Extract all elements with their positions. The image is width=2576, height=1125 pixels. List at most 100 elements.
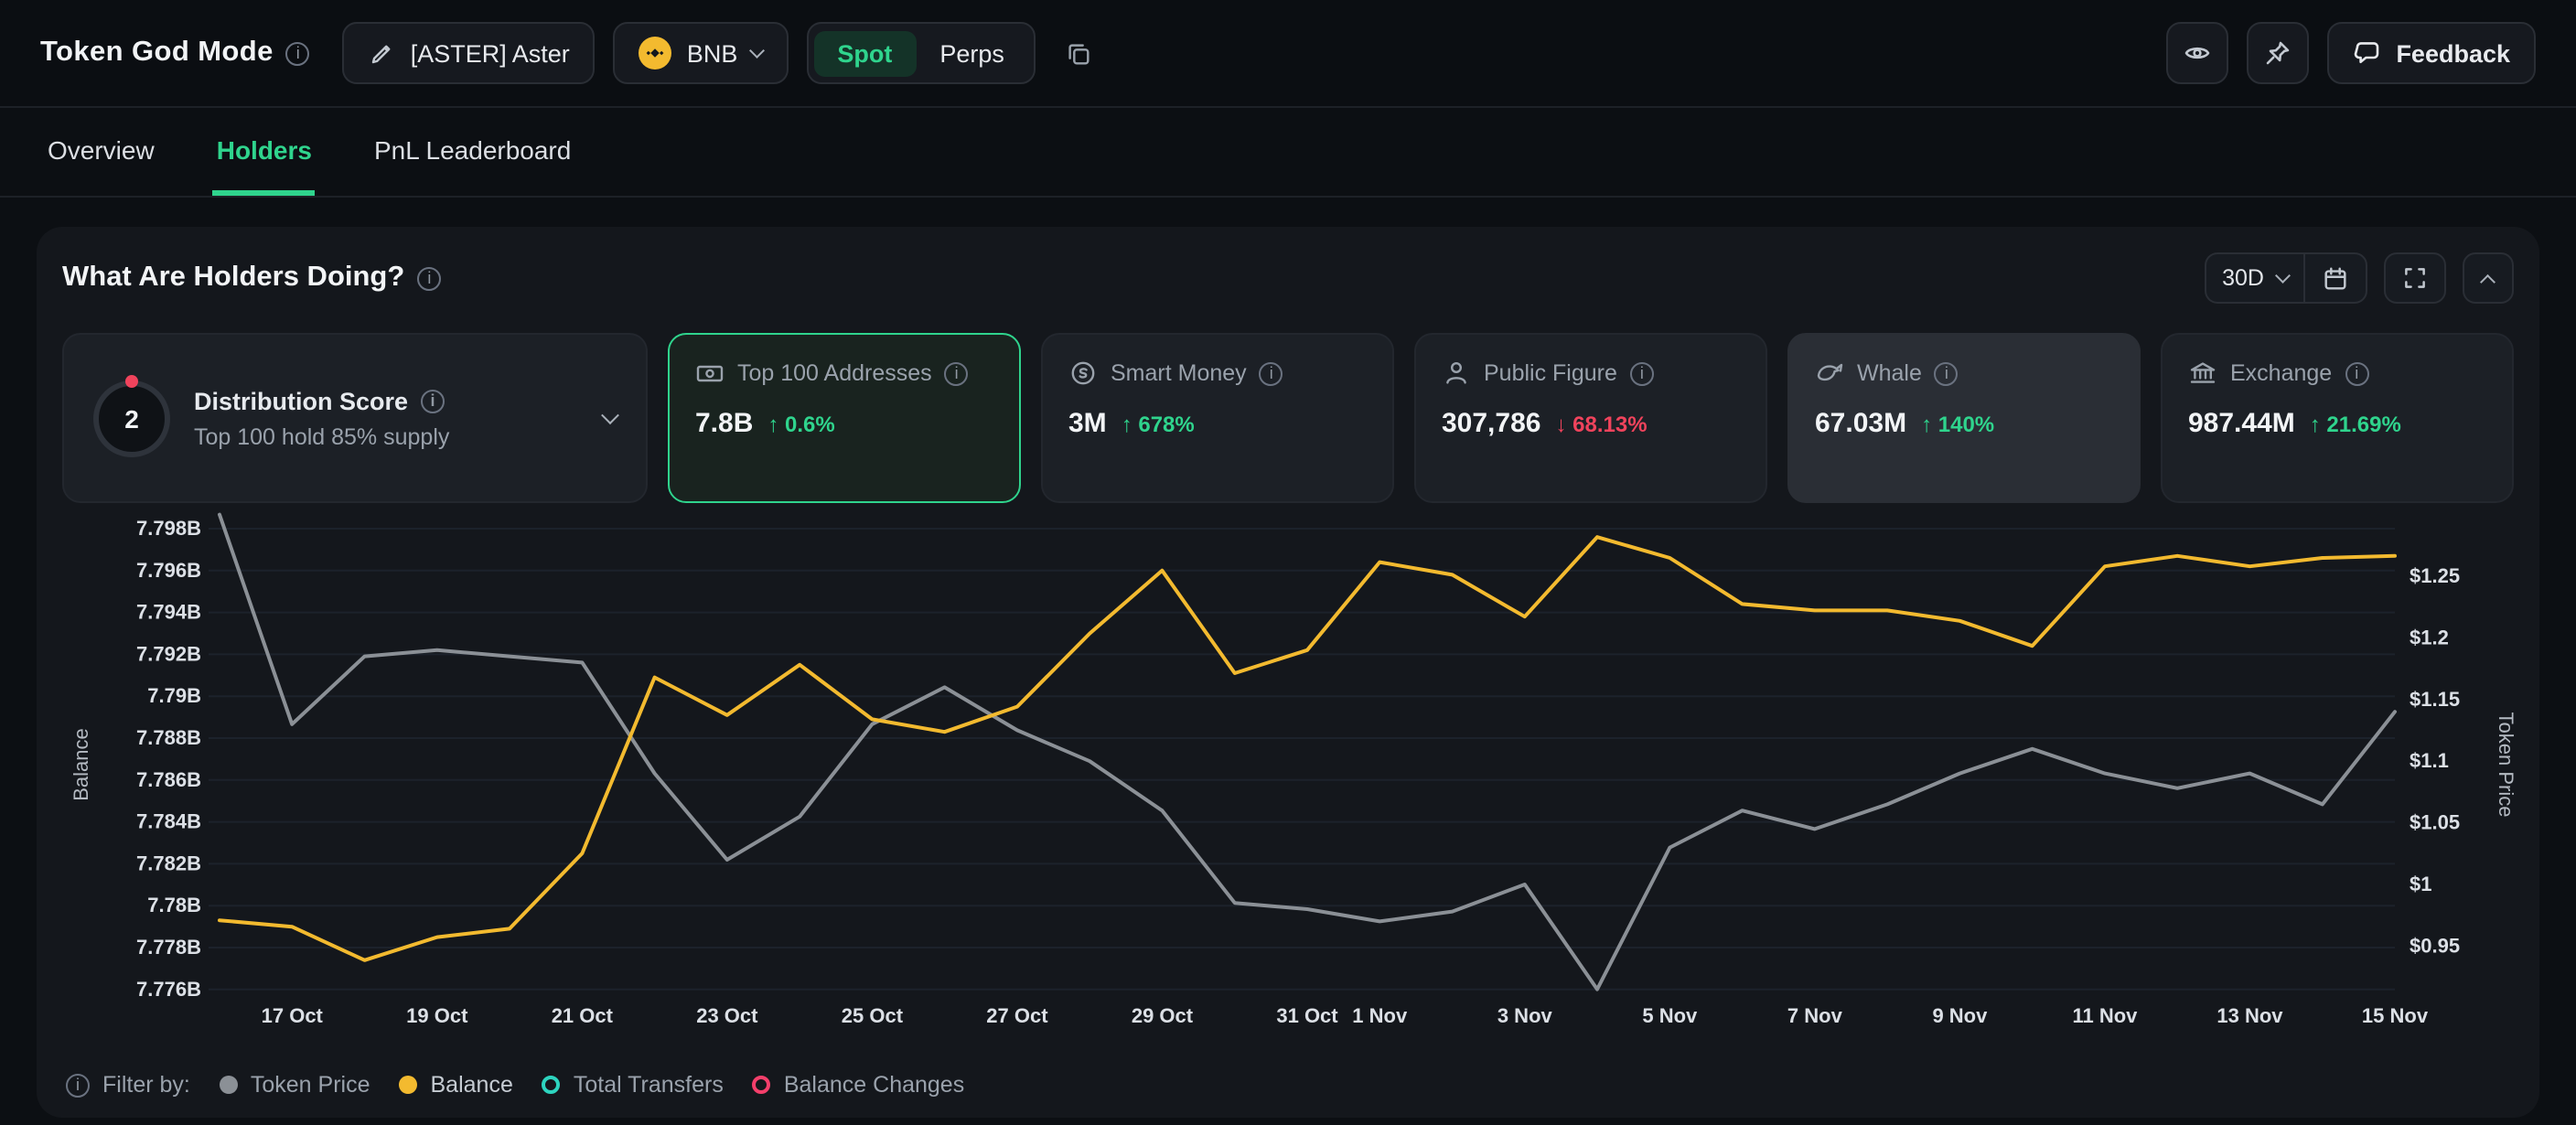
card-value: 67.03M: [1815, 408, 1906, 439]
card-change: ↑ 678%: [1122, 412, 1195, 437]
watch-button[interactable]: [2165, 22, 2227, 84]
card-top-100-addresses[interactable]: Top 100 Addresses 7.8B ↑ 0.6%: [668, 333, 1021, 503]
svg-text:19 Oct: 19 Oct: [406, 1004, 468, 1027]
svg-text:7.782B: 7.782B: [136, 852, 201, 874]
svg-text:$1.25: $1.25: [2410, 564, 2460, 587]
card-title: Smart Money: [1111, 360, 1247, 386]
fullscreen-button[interactable]: [2384, 252, 2446, 304]
card-value: 7.8B: [695, 408, 753, 439]
svg-text:$1.2: $1.2: [2410, 626, 2449, 648]
svg-text:7.796B: 7.796B: [136, 559, 201, 582]
person-icon: [1442, 359, 1471, 388]
info-icon[interactable]: [421, 389, 445, 412]
spot-tab[interactable]: Spot: [813, 30, 916, 76]
banknote-icon: [695, 359, 724, 388]
card-public-figure[interactable]: Public Figure 307,786 ↓ 68.13%: [1414, 333, 1767, 503]
info-icon[interactable]: [1260, 361, 1283, 385]
panel-header: What Are Holders Doing? 30D: [62, 252, 2514, 304]
svg-text:7.778B: 7.778B: [136, 936, 201, 959]
card-value: 987.44M: [2188, 408, 2295, 439]
svg-text:31 Oct: 31 Oct: [1276, 1004, 1338, 1027]
card-smart-money[interactable]: Smart Money 3M ↑ 678%: [1041, 333, 1394, 503]
filter-option-label: Total Transfers: [574, 1072, 724, 1098]
legend-dot: [400, 1076, 418, 1094]
card-title: Whale: [1857, 360, 1922, 386]
svg-text:7.784B: 7.784B: [136, 810, 201, 833]
filter-label-wrap: Filter by:: [66, 1072, 190, 1098]
chevron-down-icon: [2275, 268, 2290, 283]
svg-text:$1.05: $1.05: [2410, 811, 2460, 834]
info-icon[interactable]: [1630, 361, 1654, 385]
card-title: Exchange: [2230, 360, 2332, 386]
chevron-up-icon: [2481, 276, 2496, 291]
svg-text:Balance: Balance: [70, 728, 92, 801]
market-type-toggle: Spot Perps: [806, 22, 1036, 84]
svg-text:7.798B: 7.798B: [136, 517, 201, 540]
filter-option-total-transfers[interactable]: Total Transfers: [542, 1072, 724, 1098]
copy-icon: [1066, 39, 1093, 67]
holder-category-cards: 2 Distribution Score Top 100 hold 85% su…: [62, 333, 2514, 503]
calendar-icon: [2322, 264, 2349, 292]
feedback-button[interactable]: Feedback: [2326, 22, 2536, 84]
card-change: ↑ 21.69%: [2310, 412, 2401, 437]
copy-address-button[interactable]: [1054, 22, 1105, 84]
svg-text:7 Nov: 7 Nov: [1787, 1004, 1843, 1027]
filter-row: Filter by: Token Price Balance Total Trans…: [62, 1065, 2514, 1105]
distribution-score-card[interactable]: 2 Distribution Score Top 100 hold 85% su…: [62, 333, 648, 503]
svg-text:25 Oct: 25 Oct: [842, 1004, 904, 1027]
filter-info-icon[interactable]: [66, 1073, 90, 1097]
svg-text:7.79B: 7.79B: [147, 684, 201, 707]
chevron-down-icon[interactable]: [601, 406, 619, 424]
collapse-button[interactable]: [2463, 252, 2514, 304]
card-change: ↓ 68.13%: [1555, 412, 1647, 437]
svg-text:$1: $1: [2410, 873, 2431, 895]
token-selector-button[interactable]: [ASTER] Aster: [343, 22, 596, 84]
pin-icon: [2262, 38, 2292, 68]
panel-title-info-icon[interactable]: [417, 266, 441, 290]
panel-controls: 30D: [2204, 252, 2514, 304]
app-title-info-icon[interactable]: [286, 41, 310, 65]
svg-text:27 Oct: 27 Oct: [986, 1004, 1048, 1027]
panel-title: What Are Holders Doing?: [62, 262, 404, 295]
calendar-button[interactable]: [2303, 252, 2367, 304]
chevron-down-icon: [750, 43, 765, 58]
holders-chart-svg[interactable]: 7.798B7.796B7.794B7.792B7.79B7.788B7.786…: [62, 509, 2514, 1048]
holders-chart[interactable]: 7.798B7.796B7.794B7.792B7.79B7.788B7.786…: [62, 509, 2514, 1048]
distribution-score-value: 2: [124, 403, 139, 433]
timeframe-dropdown[interactable]: 30D: [2204, 252, 2303, 304]
tab-overview[interactable]: Overview: [44, 108, 158, 196]
filter-label: Filter by:: [102, 1072, 190, 1098]
chain-selector-button[interactable]: BNB: [614, 22, 789, 84]
info-icon[interactable]: [2345, 361, 2368, 385]
svg-text:Token Price: Token Price: [2495, 712, 2514, 818]
svg-text:$0.95: $0.95: [2410, 934, 2460, 957]
filter-options: Token Price Balance Total Transfers Balance…: [220, 1072, 964, 1098]
svg-text:$1.15: $1.15: [2410, 688, 2460, 711]
card-value: 3M: [1068, 408, 1107, 439]
filter-option-token-price[interactable]: Token Price: [220, 1072, 370, 1098]
tab-holders[interactable]: Holders: [213, 108, 316, 196]
svg-text:$1.1: $1.1: [2410, 749, 2449, 772]
pin-button[interactable]: [2246, 22, 2308, 84]
info-icon[interactable]: [1935, 361, 1959, 385]
card-value: 307,786: [1442, 408, 1540, 439]
svg-text:7.792B: 7.792B: [136, 642, 201, 665]
distribution-score-texts: Distribution Score Top 100 hold 85% supp…: [194, 387, 449, 449]
info-icon[interactable]: [945, 361, 969, 385]
svg-text:13 Nov: 13 Nov: [2216, 1004, 2283, 1027]
card-whale[interactable]: Whale 67.03M ↑ 140%: [1787, 333, 2141, 503]
chain-selector-label: BNB: [687, 39, 738, 67]
filter-option-balance[interactable]: Balance: [400, 1072, 513, 1098]
top-bar-controls: [ASTER] Aster BNB Spot Perps: [343, 22, 1105, 84]
svg-text:9 Nov: 9 Nov: [1932, 1004, 1988, 1027]
distribution-score-gauge: 2: [93, 380, 170, 456]
svg-text:21 Oct: 21 Oct: [552, 1004, 614, 1027]
svg-text:7.794B: 7.794B: [136, 601, 201, 624]
tab-pnl-leaderboard[interactable]: PnL Leaderboard: [370, 108, 574, 196]
filter-option-balance-changes[interactable]: Balance Changes: [753, 1072, 964, 1098]
svg-text:3 Nov: 3 Nov: [1497, 1004, 1553, 1027]
card-exchange[interactable]: Exchange 987.44M ↑ 21.69%: [2161, 333, 2514, 503]
perps-tab[interactable]: Perps: [916, 30, 1028, 76]
legend-dot: [753, 1076, 771, 1094]
svg-text:29 Oct: 29 Oct: [1132, 1004, 1194, 1027]
